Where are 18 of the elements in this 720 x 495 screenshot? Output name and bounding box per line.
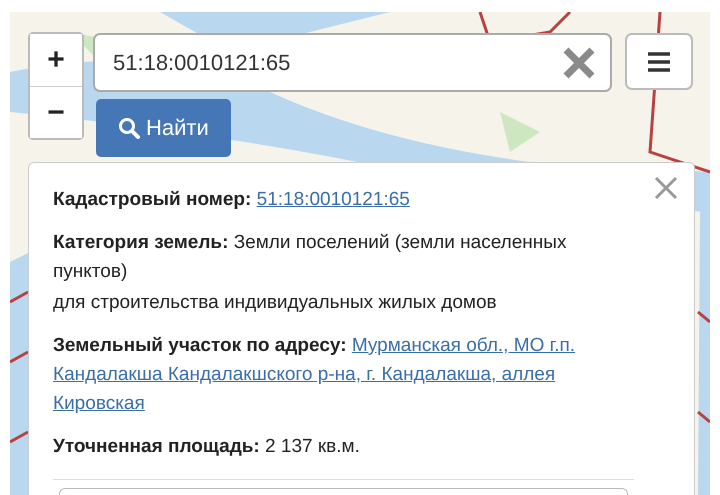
field-text: Уточненная площадь: 2 137 кв.м. [53,435,361,459]
clear-icon[interactable] [562,46,596,80]
value-link[interactable]: 51:18:0010121:65 [256,189,410,210]
menu-button[interactable] [625,33,693,90]
search-bar[interactable]: 51:18:0010121:65 [93,33,612,92]
value-link[interactable]: Мурманская обл., МО г.п. [352,335,576,356]
field-label: Земельный участок по адресу: [53,335,347,356]
find-button[interactable]: Найти [96,99,231,157]
search-icon [118,117,140,139]
menu-icon [648,52,670,72]
field-label: Кадастровый номер: [53,189,252,210]
close-button[interactable] [654,176,678,200]
value-link[interactable]: Кандалакша Кандалакшского р-на, г. Кандалакша, аллея [53,364,556,385]
value-link[interactable]: Кировская [53,393,145,414]
field-text: Категория земель: Земли поселений (земли населенных пунктов) [53,231,568,284]
zoom-out-button[interactable]: − [30,86,82,138]
search-field[interactable]: 51:18:0010121:65 [111,48,562,76]
field-note: для строительства индивидуальных жилых домов [53,291,498,315]
